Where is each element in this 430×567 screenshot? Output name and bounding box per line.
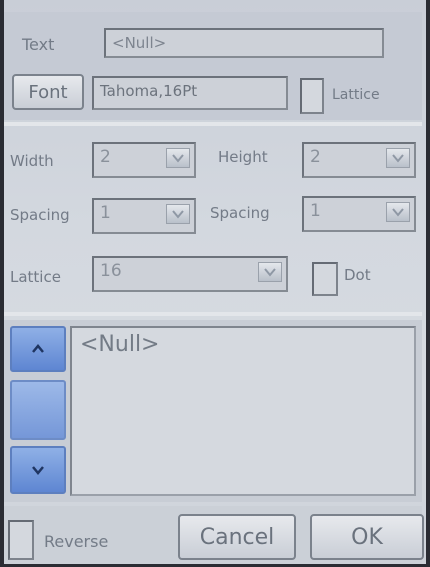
height-select[interactable]: 2 xyxy=(302,142,416,178)
text-label: Text xyxy=(22,35,55,54)
divider xyxy=(4,122,422,126)
height-value: 2 xyxy=(310,147,321,167)
ok-button[interactable]: OK xyxy=(310,514,424,560)
width-select[interactable]: 2 xyxy=(92,142,196,178)
spacing-left-select[interactable]: 1 xyxy=(92,198,196,234)
spacing-right-select[interactable]: 1 xyxy=(302,196,416,232)
lattice-checkbox-label: Lattice xyxy=(332,87,380,103)
scroll-thumb[interactable] xyxy=(10,380,66,440)
lattice-select[interactable]: 16 xyxy=(92,256,288,292)
width-value: 2 xyxy=(100,147,111,167)
chevron-down-icon[interactable] xyxy=(386,148,410,168)
cancel-button[interactable]: Cancel xyxy=(178,514,296,560)
chevron-down-icon[interactable] xyxy=(258,262,282,282)
spacing-right-label: Spacing xyxy=(210,204,270,222)
font-button[interactable]: Font xyxy=(12,74,84,110)
chevron-down-icon xyxy=(32,466,44,475)
chevron-down-icon[interactable] xyxy=(166,148,190,168)
lattice-label: Lattice xyxy=(10,268,61,286)
scroll-down-button[interactable] xyxy=(10,446,66,494)
spacing-left-value: 1 xyxy=(100,203,111,223)
chevron-down-icon[interactable] xyxy=(386,202,410,222)
reverse-checkbox[interactable] xyxy=(8,520,34,560)
lattice-checkbox[interactable] xyxy=(300,78,324,114)
spacing-left-label: Spacing xyxy=(10,206,70,224)
height-label: Height xyxy=(218,148,268,166)
scroll-up-button[interactable] xyxy=(10,326,66,372)
lattice-value: 16 xyxy=(100,261,122,281)
spacing-right-value: 1 xyxy=(310,201,321,221)
font-name-field[interactable]: Tahoma,16Pt xyxy=(92,76,288,110)
width-label: Width xyxy=(10,152,54,170)
reverse-label: Reverse xyxy=(44,532,109,551)
divider xyxy=(4,312,422,316)
dot-checkbox[interactable] xyxy=(312,262,338,296)
chevron-down-icon[interactable] xyxy=(166,204,190,224)
text-preview-area[interactable]: <Null> xyxy=(70,326,416,496)
dot-label: Dot xyxy=(344,266,371,284)
chevron-up-icon xyxy=(32,344,44,353)
text-field[interactable]: <Null> xyxy=(104,28,384,58)
